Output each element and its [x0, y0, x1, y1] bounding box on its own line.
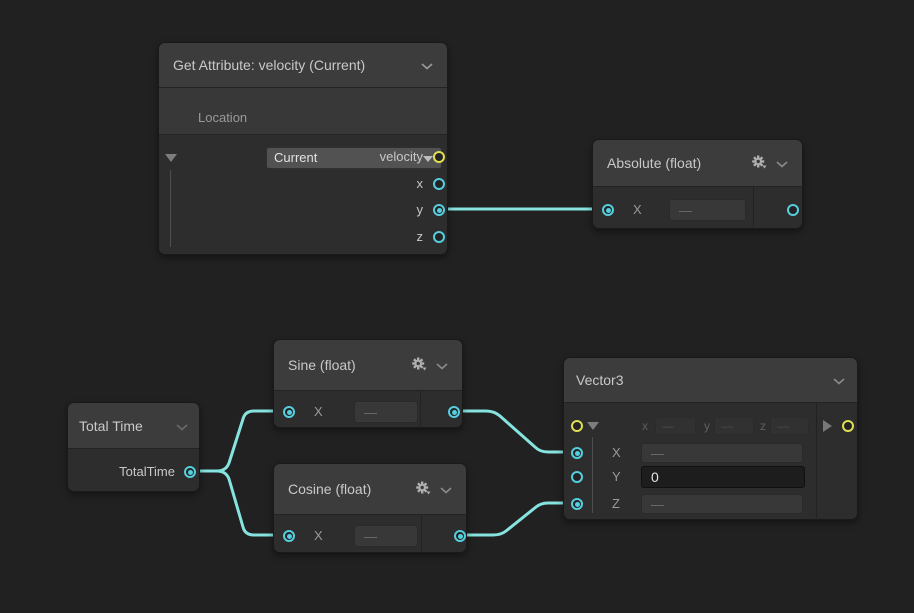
output-port[interactable] [454, 530, 466, 542]
body-divider [753, 187, 754, 229]
foldout-triangle-icon[interactable] [165, 154, 177, 162]
node-absolute[interactable]: Absolute (float) X — [592, 139, 803, 229]
chevron-down-icon[interactable] [833, 372, 845, 388]
location-label: Location [198, 105, 247, 131]
edge-totaltime-to-sine-x[interactable] [197, 411, 281, 471]
output-port-x[interactable] [433, 178, 445, 190]
node-title: Cosine (float) [288, 481, 371, 497]
input-port-z[interactable] [571, 498, 583, 510]
chevron-down-icon[interactable] [776, 155, 788, 171]
output-port-vector3[interactable] [842, 420, 854, 432]
output-label-y: y [417, 197, 424, 223]
input-label-y: Y [612, 464, 621, 490]
output-port[interactable] [448, 406, 460, 418]
input-label-x: X [314, 399, 323, 425]
chevron-down-icon[interactable] [421, 57, 433, 73]
chevron-down-icon[interactable] [440, 481, 452, 497]
node-title: Get Attribute: velocity (Current) [173, 57, 365, 73]
chevron-down-icon[interactable] [436, 357, 448, 373]
foldout-line [170, 170, 171, 247]
input-port-vector3[interactable] [571, 420, 583, 432]
edge-cosine-out-to-vector3-z[interactable] [466, 503, 569, 535]
input-label-x: X [314, 523, 323, 549]
node-title: Total Time [79, 418, 143, 434]
node-sine[interactable]: Sine (float) X — [273, 339, 463, 428]
mini-label-x: x [642, 417, 648, 435]
node-vector3[interactable]: Vector3 x — y — z — X — Y Z — [563, 357, 858, 520]
input-field-x[interactable]: — [354, 525, 418, 547]
location-dropdown-value: Current [274, 150, 317, 165]
dropdown-arrow-icon [423, 156, 433, 162]
input-field-x[interactable]: — [641, 443, 803, 463]
output-label-z: z [417, 224, 424, 250]
node-cosine[interactable]: Cosine (float) X — [273, 463, 467, 553]
input-port-y[interactable] [571, 471, 583, 483]
input-field-x[interactable]: — [354, 401, 418, 423]
gear-icon[interactable] [751, 155, 767, 172]
input-field-x[interactable]: — [669, 199, 746, 221]
mini-label-y: y [704, 417, 710, 435]
input-field-y[interactable] [641, 466, 805, 488]
mini-label-z: z [760, 417, 766, 435]
output-label-x: x [417, 171, 424, 197]
mini-field-z[interactable]: — [770, 417, 809, 435]
gear-icon[interactable] [411, 357, 427, 374]
body-divider [421, 515, 422, 553]
input-port-x[interactable] [283, 530, 295, 542]
settings-row: Location Current [159, 88, 447, 135]
foldout-line [592, 437, 593, 513]
output-port-y[interactable] [433, 204, 445, 216]
body-divider [420, 391, 421, 428]
node-title: Absolute (float) [607, 155, 701, 171]
input-field-z[interactable]: — [641, 494, 803, 514]
mini-field-y[interactable]: — [714, 417, 754, 435]
edge-sine-out-to-vector3-x[interactable] [461, 411, 569, 452]
space-toggle-icon[interactable] [823, 420, 832, 432]
output-label-totaltime: TotalTime [119, 459, 175, 485]
output-port[interactable] [787, 204, 799, 216]
foldout-triangle-icon[interactable] [587, 422, 599, 430]
chevron-down-icon[interactable] [176, 418, 188, 434]
input-port-x[interactable] [571, 447, 583, 459]
input-label-x: X [612, 440, 621, 466]
output-port-z[interactable] [433, 231, 445, 243]
input-port-x[interactable] [602, 204, 614, 216]
input-label-x: X [633, 197, 642, 223]
output-port-velocity[interactable] [433, 151, 445, 163]
edge-totaltime-to-cosine-x[interactable] [197, 471, 281, 535]
output-port-totaltime[interactable] [184, 466, 196, 478]
input-label-z: Z [612, 491, 620, 517]
node-total-time[interactable]: Total Time TotalTime [67, 402, 200, 492]
node-get-attribute[interactable]: Get Attribute: velocity (Current) Locati… [158, 42, 448, 255]
node-title: Vector3 [576, 372, 623, 388]
input-port-x[interactable] [283, 406, 295, 418]
gear-icon[interactable] [415, 481, 431, 498]
output-label-velocity: velocity [380, 144, 423, 170]
output-divider [816, 403, 817, 520]
mini-field-x[interactable]: — [655, 417, 696, 435]
node-title: Sine (float) [288, 357, 356, 373]
